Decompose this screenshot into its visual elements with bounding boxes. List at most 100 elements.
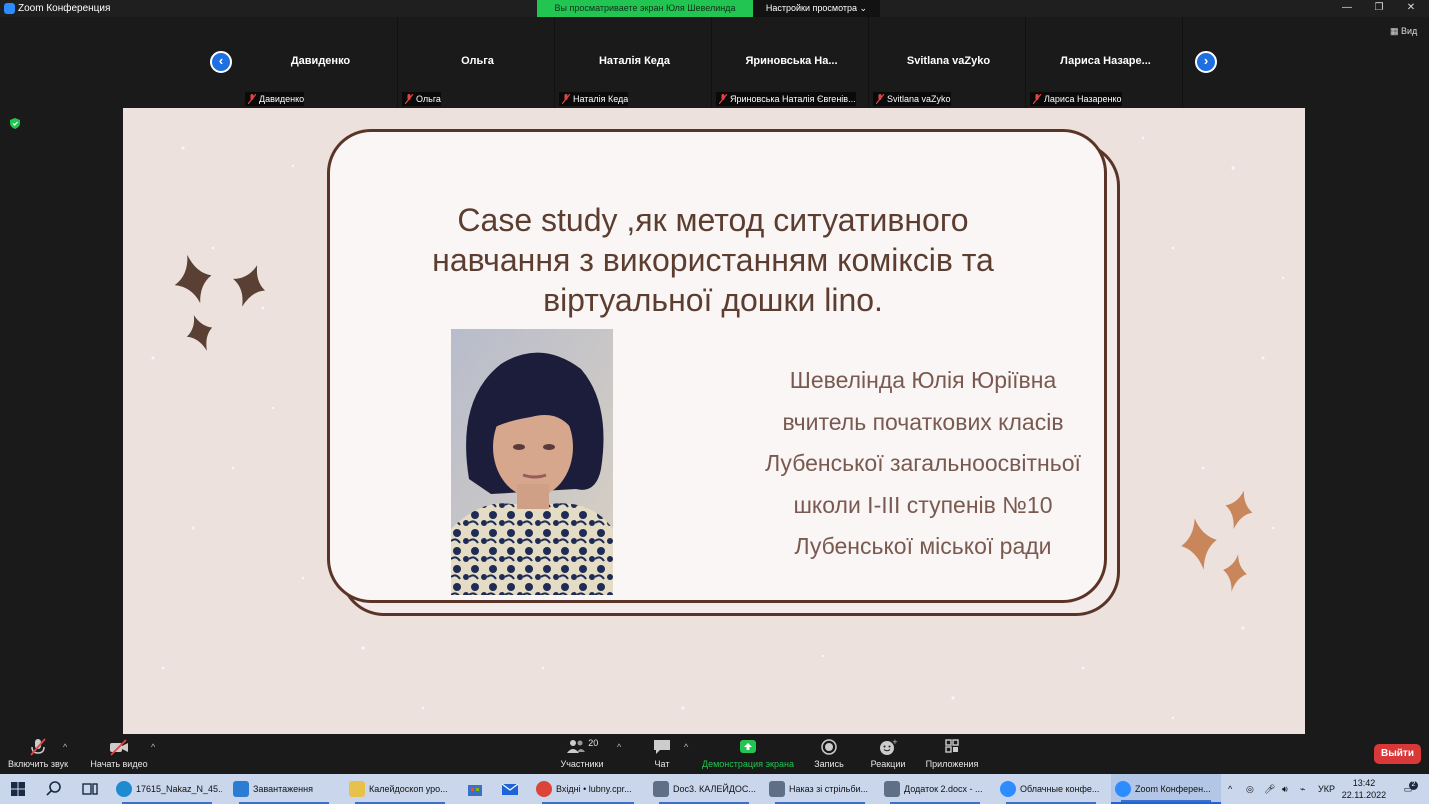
chat-options-chevron-icon[interactable]: ^ [684,742,688,752]
zoom-logo-icon [4,3,15,14]
apps-icon [945,739,959,753]
windows-start-icon[interactable] [8,779,28,799]
taskbar-item[interactable]: Наказ зі стрільби... [765,774,875,804]
notification-count: 2 [1409,781,1418,790]
muted-mic-icon [30,738,46,756]
view-mode-button[interactable]: ▦ Вид [1390,26,1417,37]
svg-text:+: + [892,738,898,746]
slide-title-line: Case study ,як метод ситуативного [457,202,969,238]
participants-icon [566,740,585,753]
video-options-chevron-icon[interactable]: ^ [151,742,155,752]
previous-participants-button[interactable]: ‹ [210,51,232,73]
microphone-tray-icon[interactable]: 🎤︎ [1264,774,1275,804]
taskbar-item[interactable]: Додаток 2.docx - ... [880,774,990,804]
participant-tile[interactable]: Яриновська На... Яриновська Наталія Євге… [714,17,869,108]
zoom-icon [1115,781,1131,797]
author-info-line: школи І-ІІІ ступенів №10 [793,491,1053,518]
unmute-button[interactable]: Включить звук [5,738,71,769]
video-off-icon [110,739,128,756]
language-indicator[interactable]: УКР [1318,774,1335,804]
participants-label: Участники [560,759,604,769]
taskbar-item-label: Zoom Конферен... [1135,784,1211,794]
participants-icon-row: 20 [556,738,608,756]
taskbar-item-active[interactable]: Zoom Конферен... [1111,774,1221,804]
reactions-icon: + [880,738,898,755]
participant-label: Давиденко [245,92,305,106]
next-participants-button[interactable]: › [1195,51,1217,73]
participant-tile[interactable]: Лариса Назаре... Лариса Назаренко [1028,17,1183,108]
taskbar-item[interactable]: 17615_Nakaz_N_45... [112,774,222,804]
taskbar-item[interactable]: Калейдоскоп уро... [345,774,455,804]
notifications-button[interactable]: ▭ 2 [1398,774,1418,804]
participants-count: 20 [588,738,599,748]
search-icon[interactable] [44,779,64,799]
participant-name: Svitlana vaZyko [906,55,991,67]
edge-icon [116,781,132,797]
chat-icon [654,740,670,754]
participant-label-text: Лариса Назаренко [1044,94,1122,104]
participant-name: Яриновська На... [745,55,838,67]
record-button[interactable]: Запись [810,738,848,769]
maximize-icon[interactable]: ❐ [1363,0,1395,17]
folder-icon [349,781,365,797]
store-icon[interactable] [465,779,485,799]
participant-tile[interactable]: Наталія Кеда Наталія Кеда [557,17,712,108]
apps-button[interactable]: Приложения [922,738,982,769]
taskbar-item[interactable]: Облачные конфе... [996,774,1106,804]
participant-label-text: Ольга [416,94,441,104]
chrome-icon [536,781,552,797]
share-screen-button[interactable]: Демонстрация экрана [700,738,796,769]
slide-title-line: навчання з використанням коміксів та [432,242,994,278]
volume-icon[interactable]: 🔊︎ [1282,774,1288,804]
participant-tile[interactable]: Давиденко Давиденко [243,17,398,108]
camera-tray-icon[interactable]: ◎ [1246,774,1254,804]
record-icon [821,739,837,755]
dark-sparkles-icon [174,254,266,351]
close-icon[interactable]: ✕ [1395,0,1427,17]
share-screen-icon [740,740,756,753]
record-label: Запись [814,759,844,769]
participant-name: Лариса Назаре... [1060,55,1151,67]
participant-tile[interactable]: Ольга Ольга [400,17,555,108]
screen-share-banner: Вы просматриваете экран Юля Шевелинда [537,0,753,17]
security-shield-icon[interactable] [10,118,20,129]
task-view-icon[interactable] [80,779,100,799]
taskbar-item-label: Наказ зі стрільби... [789,784,869,794]
taskbar-item[interactable]: Doc3. КАЛЕЙДОС... [649,774,759,804]
view-options-button[interactable]: Настройки просмотра ⌄ [753,0,880,17]
reactions-label: Реакции [870,759,906,769]
view-mode-label: Вид [1401,26,1418,36]
muted-mic-icon [562,94,570,104]
participant-label-text: Яриновська Наталія Євгенів... [730,94,856,104]
slide-title-line: віртуальної дошки lino. [543,282,883,318]
participant-tile[interactable]: Svitlana vaZyko Svitlana vaZyko [871,17,1026,108]
download-icon [233,781,249,797]
document-icon [769,781,785,797]
participant-label: Svitlana vaZyko [873,92,951,106]
minimize-icon[interactable]: — [1331,0,1363,17]
author-photo [451,329,613,595]
muted-mic-icon [405,94,413,104]
muted-mic-icon [1033,94,1041,104]
apps-label: Приложения [925,759,979,769]
audio-options-chevron-icon[interactable]: ^ [63,742,67,752]
reactions-button[interactable]: + Реакции [866,738,910,769]
participant-name: Ольга [461,55,494,67]
taskbar-item[interactable]: Вхідні • lubny.cpr... [532,774,644,804]
muted-mic-icon [248,94,256,104]
system-clock[interactable]: 13:42 22.11.2022 [1340,777,1388,801]
clock-time: 13:42 [1352,778,1376,788]
orange-sparkles-icon [1181,490,1253,592]
participants-button[interactable]: 20 Участники [556,738,608,769]
tray-expand-chevron-icon[interactable]: ^ [1228,774,1232,804]
zoom-window: Zoom Конференция Вы просматриваете экран… [0,0,1429,804]
taskbar-item[interactable]: Завантаження [229,774,339,804]
participants-options-chevron-icon[interactable]: ^ [617,742,621,752]
leave-button[interactable]: Выйти [1374,744,1421,764]
mail-icon[interactable] [500,779,520,799]
start-video-button[interactable]: Начать видео [88,738,150,769]
windows-taskbar: 17615_Nakaz_N_45... Завантаження Калейдо… [0,774,1429,804]
chat-button[interactable]: Чат [645,738,679,769]
view-options-label: Настройки просмотра [765,3,858,13]
network-icon[interactable]: ⌁ [1300,774,1305,804]
